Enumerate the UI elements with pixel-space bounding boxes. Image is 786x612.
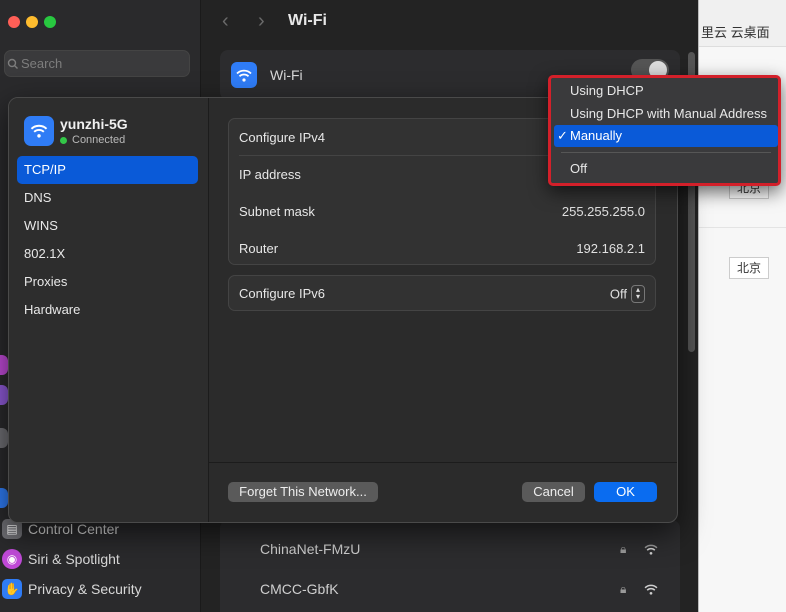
router-value[interactable]: 192.168.2.1	[576, 241, 645, 256]
subnet-mask-label: Subnet mask	[239, 204, 315, 219]
connection-status: Connected	[60, 134, 125, 146]
router-label: Router	[239, 241, 279, 256]
menu-item-label: Manually	[570, 128, 623, 143]
siri-icon: ◉	[2, 549, 22, 569]
browser-header: 里云 云桌面	[699, 0, 786, 47]
menu-item-manually[interactable]: ✓ Manually	[554, 125, 778, 147]
sidebar-icon-partial	[0, 488, 8, 508]
sidebar-item-dns[interactable]: DNS	[17, 184, 198, 212]
menu-item-using-dhcp[interactable]: Using DHCP	[554, 80, 778, 102]
footer-divider	[209, 462, 677, 463]
search-icon	[3, 51, 19, 78]
sidebar-item-label: Control Center	[28, 521, 120, 537]
configure-ipv6-value: Off	[609, 286, 627, 302]
ok-button[interactable]: OK	[594, 482, 657, 502]
sidebar-icon-partial	[0, 355, 8, 375]
configure-ipv6-label: Configure IPv6	[239, 286, 325, 301]
details-sidebar: yunzhi-5G Connected TCP/IP DNS WINS 802.…	[9, 98, 209, 522]
network-name[interactable]: ChinaNet-FMzU	[260, 541, 360, 557]
router-row: Router 192.168.2.1	[229, 230, 655, 267]
network-name: yunzhi-5G	[60, 116, 128, 132]
configure-ipv4-label: Configure IPv4	[239, 130, 325, 145]
sidebar-item-proxies[interactable]: Proxies	[17, 268, 198, 296]
checkmark-icon: ✓	[557, 128, 568, 143]
sidebar-icon-partial	[0, 428, 8, 448]
sidebar-item-privacy-security[interactable]: ✋ Privacy & Security	[0, 576, 142, 602]
configure-ipv4-menu: Using DHCP Using DHCP with Manual Addres…	[548, 75, 781, 186]
zoom-window-button[interactable]	[44, 16, 56, 28]
status-text: Connected	[72, 134, 126, 146]
menu-item-dhcp-manual-address[interactable]: Using DHCP with Manual Address	[554, 103, 778, 125]
subnet-mask-row: Subnet mask 255.255.255.0	[229, 193, 655, 230]
popup-stepper-icon: ▴ ▾	[631, 285, 645, 303]
wifi-label: Wi-Fi	[270, 67, 303, 83]
wifi-signal-icon	[644, 582, 658, 600]
sidebar-item-hardware[interactable]: Hardware	[17, 296, 198, 324]
sidebar-item-label: Privacy & Security	[28, 581, 142, 597]
configure-ipv6-popup[interactable]: Off ▴ ▾	[609, 285, 645, 304]
search-placeholder: Search	[21, 56, 63, 71]
wifi-icon	[24, 116, 54, 146]
region-tag: 北京	[729, 257, 769, 279]
ip-address-label: IP address	[239, 167, 301, 182]
lock-icon: 🔒︎	[620, 542, 627, 556]
menu-item-off[interactable]: Off	[554, 158, 778, 180]
cancel-button[interactable]: Cancel	[522, 482, 585, 502]
forget-network-button[interactable]: Forget This Network...	[228, 482, 378, 502]
sidebar-icon-partial	[0, 385, 8, 405]
configure-ipv6-row: Configure IPv6 Off ▴ ▾	[229, 275, 655, 312]
status-dot-icon	[60, 136, 67, 144]
hand-icon: ✋	[2, 579, 22, 599]
back-arrow-icon[interactable]: ‹	[222, 10, 229, 33]
ipv6-group: Configure IPv6 Off ▴ ▾	[228, 275, 656, 311]
network-name[interactable]: CMCC-GbfK	[260, 581, 339, 597]
wifi-icon	[231, 62, 257, 88]
sidebar-item-siri-spotlight[interactable]: ◉ Siri & Spotlight	[0, 546, 120, 572]
minimize-window-button[interactable]	[26, 16, 38, 28]
lock-icon: 🔒︎	[620, 582, 627, 596]
settings-search-field[interactable]: Search	[4, 50, 190, 77]
sidebar-item-label: Siri & Spotlight	[28, 551, 120, 567]
row-divider	[699, 227, 786, 228]
wifi-signal-icon	[644, 542, 658, 560]
sidebar-item-wins[interactable]: WINS	[17, 212, 198, 240]
menu-separator	[561, 152, 771, 153]
forward-arrow-icon[interactable]: ›	[258, 10, 265, 33]
subnet-mask-value[interactable]: 255.255.255.0	[562, 204, 645, 219]
sidebar-item-8021x[interactable]: 802.1X	[17, 240, 198, 268]
page-title: Wi-Fi	[288, 12, 327, 29]
sidebar-item-tcpip[interactable]: TCP/IP	[17, 156, 198, 184]
network-list: ChinaNet-FMzU 🔒︎ CMCC-GbfK 🔒︎	[220, 520, 680, 612]
browser-header-text: 里云 云桌面	[701, 25, 770, 40]
close-window-button[interactable]	[8, 16, 20, 28]
